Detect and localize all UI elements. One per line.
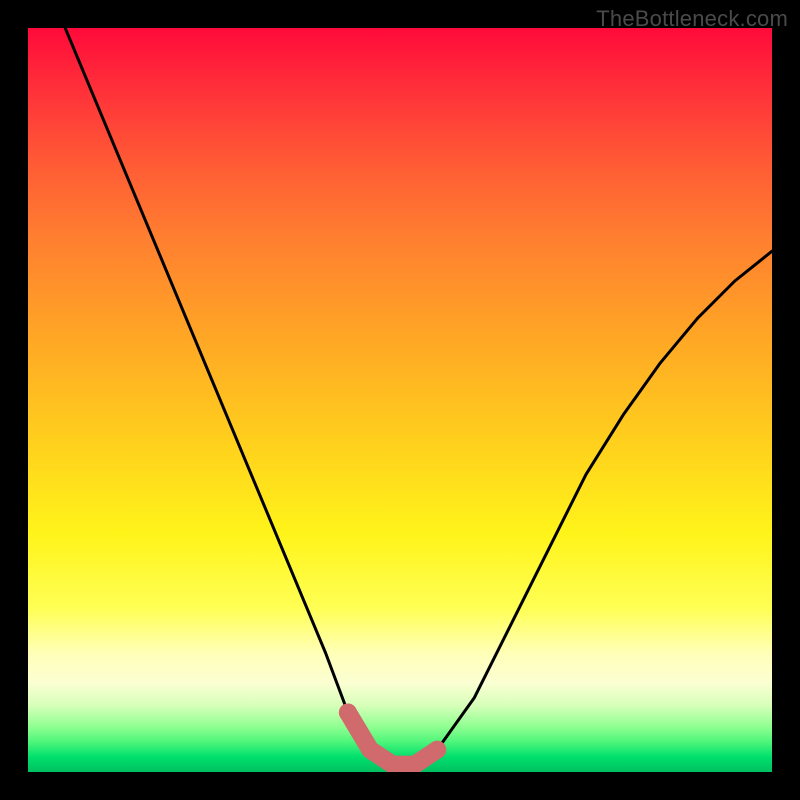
bottleneck-curve [65, 28, 772, 765]
optimal-zone-overlay [348, 713, 437, 765]
chart-frame: TheBottleneck.com [0, 0, 800, 800]
overlay-endpoint-right [428, 741, 446, 759]
overlay-endpoint-left [339, 704, 357, 722]
curve-layer [28, 28, 772, 772]
plot-area [28, 28, 772, 772]
